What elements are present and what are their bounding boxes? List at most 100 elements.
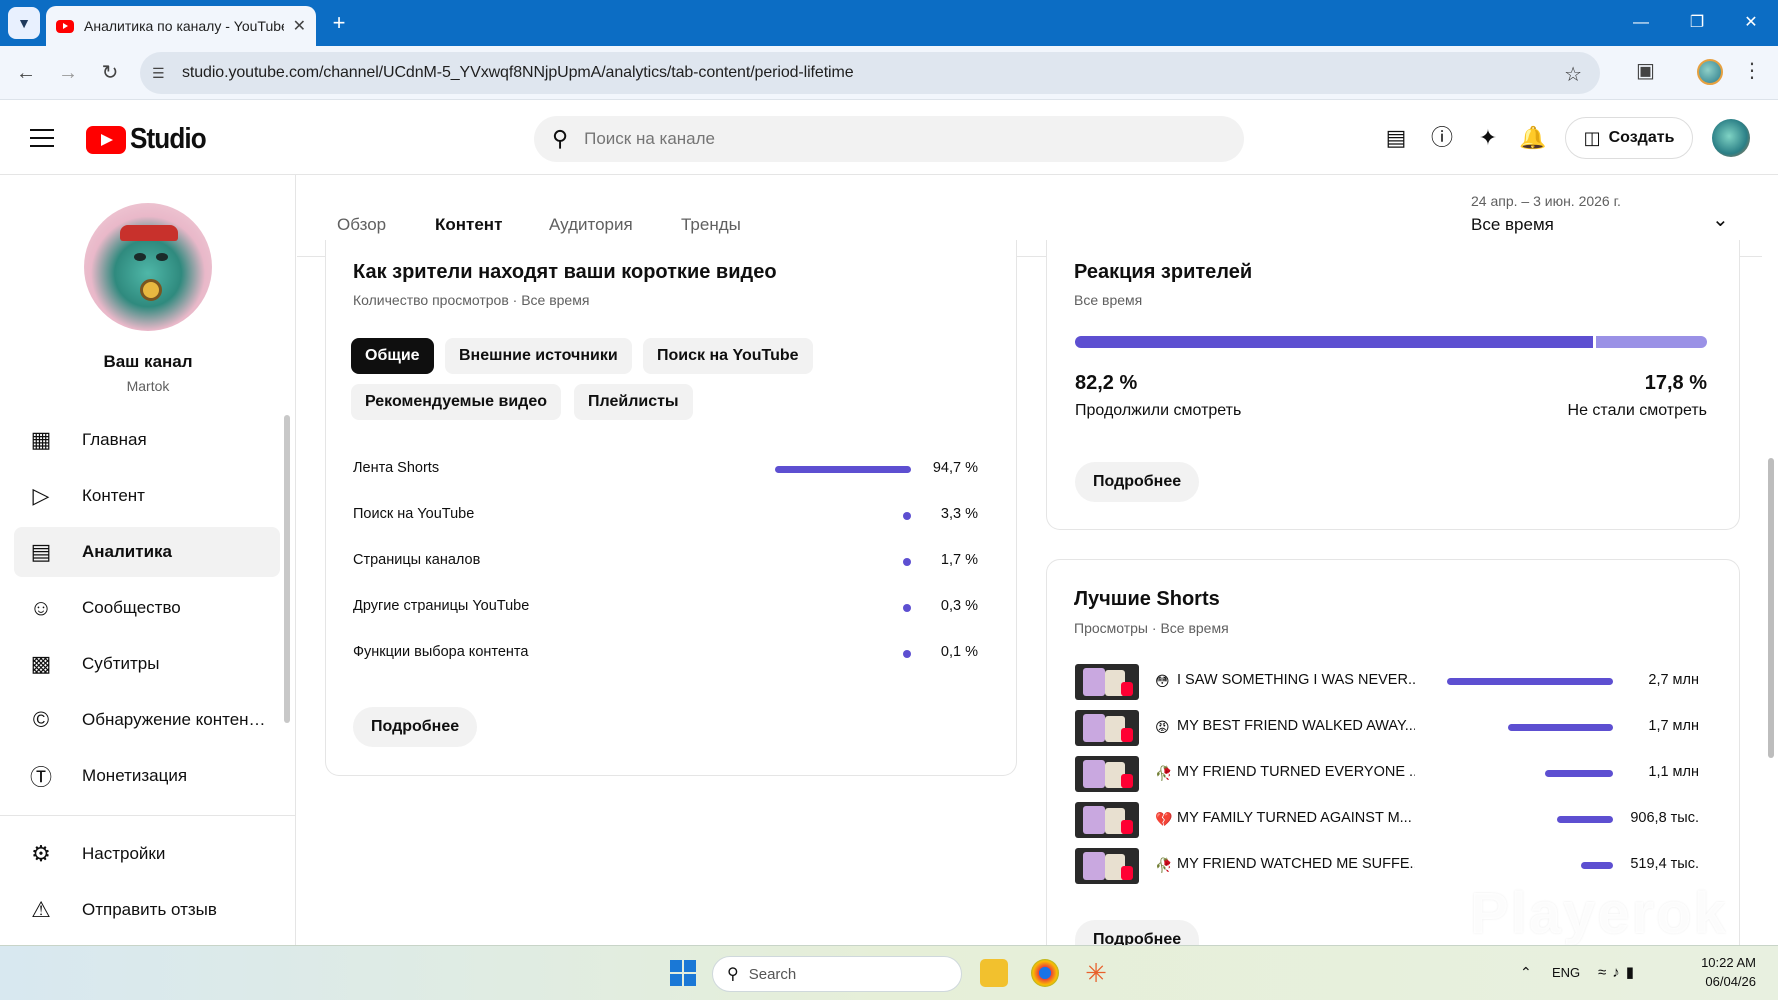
- logo-text: Studio: [130, 123, 207, 155]
- minimize-icon[interactable]: —: [1626, 8, 1656, 38]
- clock-time[interactable]: 10:22 AM: [1692, 955, 1756, 970]
- browser-tab[interactable]: Аналитика по каналу - YouTube ✕: [46, 6, 316, 46]
- short-title[interactable]: I SAW SOMETHING I WAS NEVER...: [1177, 672, 1415, 688]
- close-window-icon[interactable]: ✕: [1736, 8, 1766, 38]
- browser-profile-avatar[interactable]: [1697, 59, 1723, 85]
- channel-avatar[interactable]: [84, 203, 212, 331]
- sidebar-item-copyright[interactable]: © Обнаружение контен…: [14, 695, 280, 745]
- date-period-select[interactable]: Все время: [1471, 215, 1554, 235]
- extensions-icon[interactable]: ▣: [1636, 58, 1655, 83]
- sidebar-item-settings[interactable]: ⚙ Настройки: [14, 829, 280, 879]
- short-title[interactable]: MY FAMILY TURNED AGAINST M...: [1177, 810, 1415, 826]
- chip-suggested[interactable]: Рекомендуемые видео: [351, 384, 561, 420]
- chip-youtube-search[interactable]: Поиск на YouTube: [643, 338, 813, 374]
- site-info-icon[interactable]: ☰: [152, 65, 172, 82]
- tab-content[interactable]: Контент: [435, 215, 502, 235]
- card-subtitle: Количество просмотров · Все время: [353, 292, 590, 308]
- tab-trends[interactable]: Тренды: [681, 215, 741, 235]
- claude-icon[interactable]: ✳: [1082, 959, 1110, 987]
- help-icon[interactable]: ⓘ: [1427, 123, 1457, 153]
- community-icon: ☺: [29, 595, 53, 620]
- browser-toolbar: ← → ↻ ☰ studio.youtube.com/channel/UCdnM…: [0, 46, 1778, 100]
- short-title[interactable]: MY FRIEND TURNED EVERYONE ...: [1177, 764, 1415, 780]
- tab-title: Аналитика по каналу - YouTube: [84, 18, 284, 34]
- url-text: studio.youtube.com/channel/UCdnM-5_YVxwq…: [182, 64, 854, 81]
- short-thumbnail[interactable]: [1075, 848, 1139, 884]
- short-thumbnail[interactable]: [1075, 802, 1139, 838]
- comments-icon[interactable]: ▤: [1381, 123, 1411, 153]
- source-value: 0,1 %: [940, 644, 978, 660]
- sidebar-item-label: Главная: [82, 430, 147, 449]
- stopped-percent: 17,8 %: [1644, 372, 1707, 394]
- more-button[interactable]: Подробнее: [353, 707, 478, 747]
- menu-icon[interactable]: [30, 129, 54, 147]
- account-avatar[interactable]: [1712, 119, 1750, 157]
- short-thumbnail[interactable]: [1075, 756, 1139, 792]
- traffic-source-row: Страницы каналов 1,7 %: [353, 550, 978, 574]
- input-language[interactable]: ENG: [1552, 965, 1580, 980]
- top-short-row[interactable]: 😡 MY BEST FRIEND WALKED AWAY... 1,7 млн: [1075, 710, 1705, 746]
- sidebar-item-feedback[interactable]: ⚠ Отправить отзыв: [14, 885, 280, 935]
- sidebar-item-community[interactable]: ☺ Сообщество: [14, 583, 280, 633]
- short-thumbnail[interactable]: [1075, 710, 1139, 746]
- forward-icon[interactable]: →: [54, 59, 82, 87]
- source-label: Лента Shorts: [353, 460, 440, 476]
- taskbar-search[interactable]: ⚲ Search: [712, 956, 962, 992]
- clock-date[interactable]: 06/04/26: [1692, 974, 1756, 989]
- sidebar-item-monetization[interactable]: Ⓣ Монетизация: [14, 751, 280, 801]
- card-title: Реакция зрителей: [1074, 261, 1253, 283]
- address-bar[interactable]: ☰ studio.youtube.com/channel/UCdnM-5_YVx…: [140, 52, 1600, 94]
- tab-overview[interactable]: Обзор: [337, 215, 386, 235]
- windows-start-icon[interactable]: [670, 960, 696, 986]
- sidebar-item-analytics[interactable]: ▤ Аналитика: [14, 527, 280, 577]
- new-tab-button[interactable]: +: [326, 10, 352, 36]
- sparkle-icon[interactable]: ✦: [1473, 123, 1503, 153]
- more-menu-icon[interactable]: ⋮: [1742, 58, 1762, 83]
- traffic-source-row: Другие страницы YouTube 0,3 %: [353, 596, 978, 620]
- search-input[interactable]: [584, 129, 1185, 149]
- top-short-row[interactable]: 😳 I SAW SOMETHING I WAS NEVER... 2,7 млн: [1075, 664, 1705, 700]
- channel-name: Ваш канал: [103, 352, 193, 371]
- top-short-row[interactable]: 💔 MY FAMILY TURNED AGAINST M... 906,8 тыс.: [1075, 802, 1705, 838]
- traffic-source-row: Поиск на YouTube 3,3 %: [353, 504, 978, 528]
- tab-search-button[interactable]: ▼: [8, 7, 40, 39]
- date-range-text: 24 апр. – 3 июн. 2026 г.: [1471, 193, 1621, 209]
- top-short-row[interactable]: 🥀 MY FRIEND WATCHED ME SUFFE... 519,4 тыс.: [1075, 848, 1705, 884]
- close-tab-icon[interactable]: ✕: [293, 16, 306, 36]
- chip-playlists[interactable]: Плейлисты: [574, 384, 693, 420]
- back-icon[interactable]: ←: [12, 59, 40, 87]
- channel-handle: Martok: [126, 378, 170, 394]
- main-scrollbar[interactable]: [1768, 458, 1774, 758]
- sidebar-scrollbar[interactable]: [284, 415, 290, 723]
- chrome-icon[interactable]: [1031, 959, 1059, 987]
- short-emoji: 💔: [1155, 811, 1173, 827]
- create-button[interactable]: ◫ Создать: [1565, 117, 1693, 159]
- chip-general[interactable]: Общие: [351, 338, 434, 374]
- short-views-value: 2,7 млн: [1648, 672, 1699, 688]
- copyright-icon: ©: [32, 707, 50, 732]
- short-thumbnail[interactable]: [1075, 664, 1139, 700]
- studio-logo[interactable]: Studio: [86, 123, 214, 156]
- channel-search[interactable]: ⚲: [534, 116, 1244, 162]
- reload-icon[interactable]: ↻: [96, 59, 124, 87]
- sidebar-item-dashboard[interactable]: ▦ Главная: [14, 415, 280, 465]
- tab-audience[interactable]: Аудитория: [549, 215, 633, 235]
- file-explorer-icon[interactable]: [980, 959, 1008, 987]
- tray-chevron-up-icon[interactable]: ⌃: [1520, 964, 1532, 981]
- continued-percent: 82,2 %: [1075, 372, 1138, 394]
- sidebar-item-subtitles[interactable]: ▩ Субтитры: [14, 639, 280, 689]
- short-title[interactable]: MY BEST FRIEND WALKED AWAY...: [1177, 718, 1415, 734]
- chevron-down-icon[interactable]: ⌄: [1712, 207, 1729, 232]
- short-title[interactable]: MY FRIEND WATCHED ME SUFFE...: [1177, 856, 1415, 872]
- chevron-down-icon: ▼: [17, 15, 31, 31]
- restore-icon[interactable]: ❐: [1682, 8, 1712, 38]
- content-icon: ▷: [32, 483, 50, 508]
- sidebar-item-content[interactable]: ▷ Контент: [14, 471, 280, 521]
- bell-icon[interactable]: 🔔: [1518, 123, 1548, 153]
- more-button[interactable]: Подробнее: [1075, 462, 1200, 502]
- bookmark-star-icon[interactable]: ☆: [1564, 62, 1582, 87]
- youtube-favicon-icon: [56, 19, 74, 33]
- chip-external[interactable]: Внешние источники: [445, 338, 632, 374]
- tray-wifi-volume-battery-icons[interactable]: ≈♪▮: [1598, 963, 1640, 981]
- top-short-row[interactable]: 🥀 MY FRIEND TURNED EVERYONE ... 1,1 млн: [1075, 756, 1705, 792]
